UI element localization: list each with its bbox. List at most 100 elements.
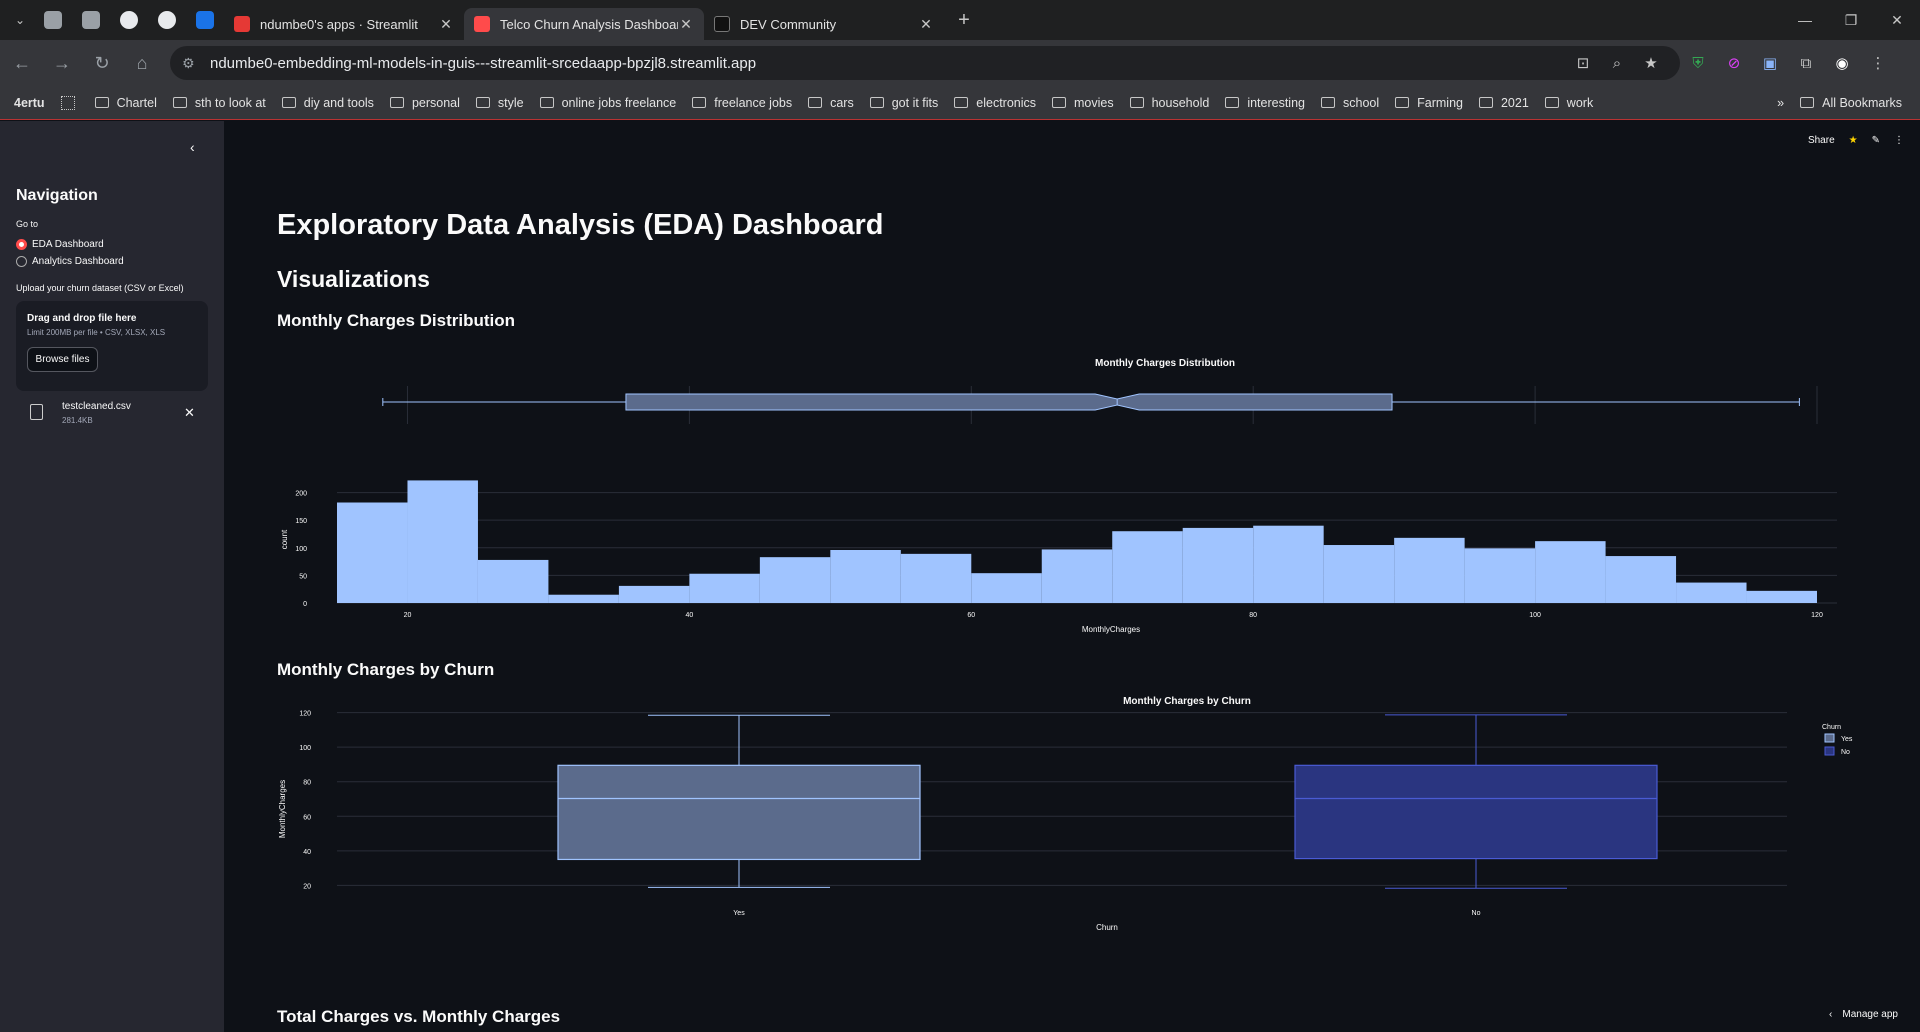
edit-pencil-icon[interactable]: ✎	[1872, 135, 1880, 146]
favorite-star-icon[interactable]: ★	[1849, 135, 1858, 146]
remove-file-icon[interactable]: ✕	[184, 405, 195, 421]
bookmark-folder[interactable]: style	[468, 89, 532, 117]
bookmark-label: cars	[830, 95, 854, 110]
bookmark-folder[interactable]: cars	[800, 89, 862, 117]
y-tick-label: 0	[303, 601, 307, 608]
radio-eda-dashboard[interactable]: EDA Dashboard	[16, 239, 104, 250]
file-dropzone[interactable]: Drag and drop file here Limit 200MB per …	[16, 301, 208, 391]
bookmark-folder[interactable]: sth to look at	[165, 89, 274, 117]
extension-icon[interactable]: ▣	[1752, 45, 1788, 81]
bookmark-4ertu[interactable]: 4ertu	[0, 89, 55, 117]
install-app-icon[interactable]: ⊡	[1566, 54, 1600, 72]
bookmark-folder[interactable]: work	[1537, 89, 1601, 117]
bookmark-folder[interactable]: online jobs freelance	[532, 89, 685, 117]
bookmark-folder[interactable]: personal	[382, 89, 468, 117]
pinned-tab-2[interactable]	[72, 0, 110, 40]
folder-icon	[1478, 97, 1493, 108]
histogram-bar	[618, 585, 690, 603]
main-menu-icon[interactable]: ⋮	[1894, 135, 1904, 146]
x-tick-label: 40	[685, 612, 693, 619]
tab-search-icon[interactable]: ⌄	[6, 6, 34, 34]
zoom-icon[interactable]: ⌕	[1600, 55, 1634, 72]
manage-app-button[interactable]: ‹ Manage app	[1823, 1005, 1904, 1024]
site-info-icon[interactable]: ⚙	[182, 55, 200, 72]
bookmark-star-icon[interactable]: ★	[1634, 54, 1668, 72]
all-bookmarks[interactable]: All Bookmarks	[1792, 89, 1910, 117]
folder-icon	[869, 97, 884, 108]
extension-icon[interactable]: ⊘	[1716, 45, 1752, 81]
uploaded-file: testcleaned.csv 281.4KB ✕	[30, 401, 200, 431]
y-tick-label: 20	[303, 883, 311, 890]
dropzone-limits: Limit 200MB per file • CSV, XLSX, XLS	[27, 328, 166, 337]
bookmark-folder[interactable]: school	[1313, 89, 1387, 117]
back-icon[interactable]: ←	[4, 45, 40, 81]
y-tick-label: 50	[299, 573, 307, 580]
dropzone-title: Drag and drop file here	[27, 313, 137, 324]
bookmark-folder[interactable]: household	[1122, 89, 1218, 117]
file-name: testcleaned.csv	[62, 401, 131, 412]
pinned-tab-1[interactable]	[34, 0, 72, 40]
browse-files-button[interactable]: Browse files	[27, 347, 98, 372]
share-button[interactable]: Share	[1808, 135, 1835, 146]
legend-label: Yes	[1841, 736, 1853, 743]
menu-icon[interactable]: ⋮	[1860, 45, 1896, 81]
minimize-icon[interactable]: —	[1782, 0, 1828, 40]
marginal-box	[625, 393, 1393, 411]
tab-streamlit-apps[interactable]: ndumbe0's apps · Streamlit ✕	[224, 8, 464, 40]
bookmark-folder[interactable]: 2021	[1471, 89, 1537, 117]
reload-icon[interactable]: ↻	[84, 45, 120, 81]
folder-icon	[692, 97, 707, 108]
bookmarks-bar: 4ertu Chartel sth to look at diy and tools…	[0, 86, 1920, 120]
collapse-sidebar-icon[interactable]: ‹	[190, 139, 195, 155]
close-icon[interactable]: ✕	[918, 16, 934, 33]
url-field[interactable]: ⚙ ndumbe0-embedding-ml-models-in-guis---…	[170, 46, 1680, 80]
y-tick-label: 150	[295, 518, 307, 525]
restore-icon[interactable]: ❐	[1828, 0, 1874, 40]
shield-extension-icon[interactable]: ⛨	[1680, 45, 1716, 81]
section-heading: Visualizations	[277, 266, 430, 292]
pinned-tab-github-1[interactable]	[110, 0, 148, 40]
bookmark-folder[interactable]: interesting	[1217, 89, 1313, 117]
close-icon[interactable]: ✕	[438, 16, 454, 33]
close-window-icon[interactable]: ✕	[1874, 0, 1920, 40]
histogram-bar	[1676, 582, 1747, 603]
puzzle-icon[interactable]: ⧉	[1788, 45, 1824, 81]
apps-icon[interactable]	[60, 95, 75, 110]
bookmark-folder[interactable]: Farming	[1387, 89, 1471, 117]
forward-icon[interactable]: →	[44, 45, 80, 81]
bookmark-folder[interactable]: freelance jobs	[684, 89, 800, 117]
home-icon[interactable]: ⌂	[124, 45, 160, 81]
profile-avatar[interactable]: ◉	[1824, 45, 1860, 81]
main-content: Share ★ ✎ ⋮ Exploratory Data Analysis (E…	[224, 121, 1920, 1032]
bookmark-label: online jobs freelance	[561, 95, 677, 110]
radio-analytics-dashboard[interactable]: Analytics Dashboard	[16, 256, 124, 267]
bookmark-folder[interactable]: electronics	[946, 89, 1044, 117]
close-icon[interactable]: ✕	[678, 16, 694, 33]
bookmark-folder[interactable]: Chartel	[87, 89, 165, 117]
histogram-bar	[1535, 541, 1606, 603]
box-yes	[557, 764, 921, 861]
y-tick-label: 80	[303, 780, 311, 787]
new-tab-icon[interactable]: +	[950, 6, 978, 34]
bookmark-folder[interactable]: got it fits	[862, 89, 947, 117]
bookmark-folder[interactable]: diy and tools	[274, 89, 382, 117]
histogram-bar	[1112, 531, 1183, 603]
github-icon	[120, 11, 138, 29]
folder-icon	[172, 97, 187, 108]
radio-label: Analytics Dashboard	[32, 256, 124, 267]
tab-dev-community[interactable]: DEV Community ✕	[704, 8, 944, 40]
bookmark-label: interesting	[1247, 95, 1305, 110]
y-tick-label: 40	[303, 849, 311, 856]
y-tick-label: 200	[295, 491, 307, 498]
dev-icon	[714, 16, 730, 32]
pinned-tab-outlook[interactable]	[186, 0, 224, 40]
y-tick-label: 100	[299, 745, 311, 752]
histogram-bar	[337, 502, 408, 603]
bookmark-label: Chartel	[116, 95, 157, 110]
radio-label: EDA Dashboard	[32, 239, 104, 250]
tab-telco-dashboard[interactable]: Telco Churn Analysis Dashboard ✕	[464, 8, 704, 40]
pinned-tab-github-2[interactable]	[148, 0, 186, 40]
more-bookmarks-icon[interactable]: »	[1769, 89, 1792, 117]
bookmark-folder[interactable]: movies	[1044, 89, 1122, 117]
bookmark-label: style	[497, 95, 524, 110]
